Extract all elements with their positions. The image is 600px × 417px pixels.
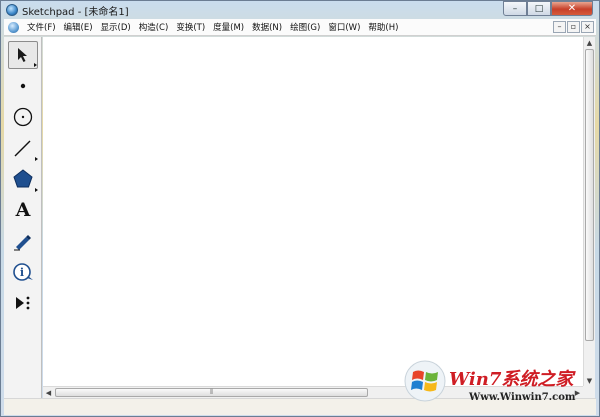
menu-construct[interactable]: 构造(C) [135, 21, 173, 33]
vertical-scrollbar[interactable]: ▲ ▼ [583, 37, 595, 386]
title-bar[interactable]: Sketchpad - [未命名1] – □ ✕ [1, 1, 599, 19]
watermark: Win7系统之家 Www.Winwin7.com [403, 359, 599, 415]
straightedge-tool[interactable] [8, 134, 38, 162]
watermark-url: Www.Winwin7.com [469, 392, 576, 403]
document-icon[interactable] [8, 21, 19, 33]
vertical-scroll-thumb[interactable] [585, 49, 594, 341]
marker-tool[interactable] [8, 227, 38, 255]
pen-icon [14, 235, 31, 251]
menu-measure[interactable]: 度量(M) [209, 21, 248, 33]
scroll-left-arrow-icon[interactable]: ◀ [43, 387, 54, 398]
submenu-indicator-icon [35, 157, 38, 161]
horizontal-scroll-thumb[interactable]: ⦀ [55, 388, 368, 397]
letter-a-icon: A [15, 199, 31, 221]
arrow-cursor-icon [18, 48, 27, 62]
menu-bar: 文件(F) 编辑(E) 显示(D) 构造(C) 变换(T) 度量(M) 数据(N… [4, 19, 596, 36]
maximize-button[interactable]: □ [527, 1, 551, 16]
doc-close-button[interactable]: × [581, 21, 594, 33]
doc-minimize-button[interactable]: – [553, 21, 566, 33]
toolbox: A i [4, 37, 42, 401]
close-button[interactable]: ✕ [551, 1, 593, 16]
minimize-button[interactable]: – [503, 1, 527, 16]
selection-arrow-tool[interactable] [8, 41, 38, 69]
scroll-up-arrow-icon[interactable]: ▲ [584, 37, 595, 48]
sketchpad-app-icon[interactable] [6, 4, 18, 16]
app-window: Sketchpad - [未命名1] – □ ✕ 文件(F) 编辑(E) 显示(… [0, 0, 600, 417]
drawing-canvas[interactable] [43, 37, 583, 386]
compass-tool[interactable] [8, 103, 38, 131]
menu-edit[interactable]: 编辑(E) [60, 21, 97, 33]
menu-data[interactable]: 数据(N) [248, 21, 286, 33]
pentagon-icon [13, 169, 33, 188]
information-tool[interactable]: i [8, 258, 38, 286]
scroll-grip-icon: ⦀ [209, 388, 214, 396]
info-bubble-icon: i [13, 263, 33, 281]
menu-help[interactable]: 帮助(H) [364, 21, 402, 33]
menu-graph[interactable]: 绘图(G) [286, 21, 324, 33]
point-icon [20, 83, 26, 89]
menu-display[interactable]: 显示(D) [97, 21, 135, 33]
circle-icon [13, 107, 33, 127]
point-tool[interactable] [8, 72, 38, 100]
menu-window[interactable]: 窗口(W) [324, 21, 364, 33]
line-segment-icon [14, 140, 31, 157]
watermark-title: Win7系统之家 [449, 369, 574, 390]
window-title: Sketchpad - [未命名1] [22, 6, 129, 18]
svg-text:i: i [20, 266, 24, 279]
submenu-indicator-icon [34, 63, 37, 67]
custom-tools[interactable] [8, 289, 38, 317]
play-dots-icon [16, 296, 30, 310]
menu-file[interactable]: 文件(F) [23, 21, 60, 33]
doc-restore-button[interactable]: ▫ [567, 21, 580, 33]
submenu-indicator-icon [35, 188, 38, 192]
caption-buttons: – □ ✕ [503, 1, 593, 16]
menu-transform[interactable]: 变换(T) [172, 21, 209, 33]
text-tool[interactable]: A [8, 196, 38, 224]
document-window-buttons: – ▫ × [552, 21, 594, 33]
polygon-tool[interactable] [8, 165, 38, 193]
windows-logo-icon [404, 360, 446, 402]
